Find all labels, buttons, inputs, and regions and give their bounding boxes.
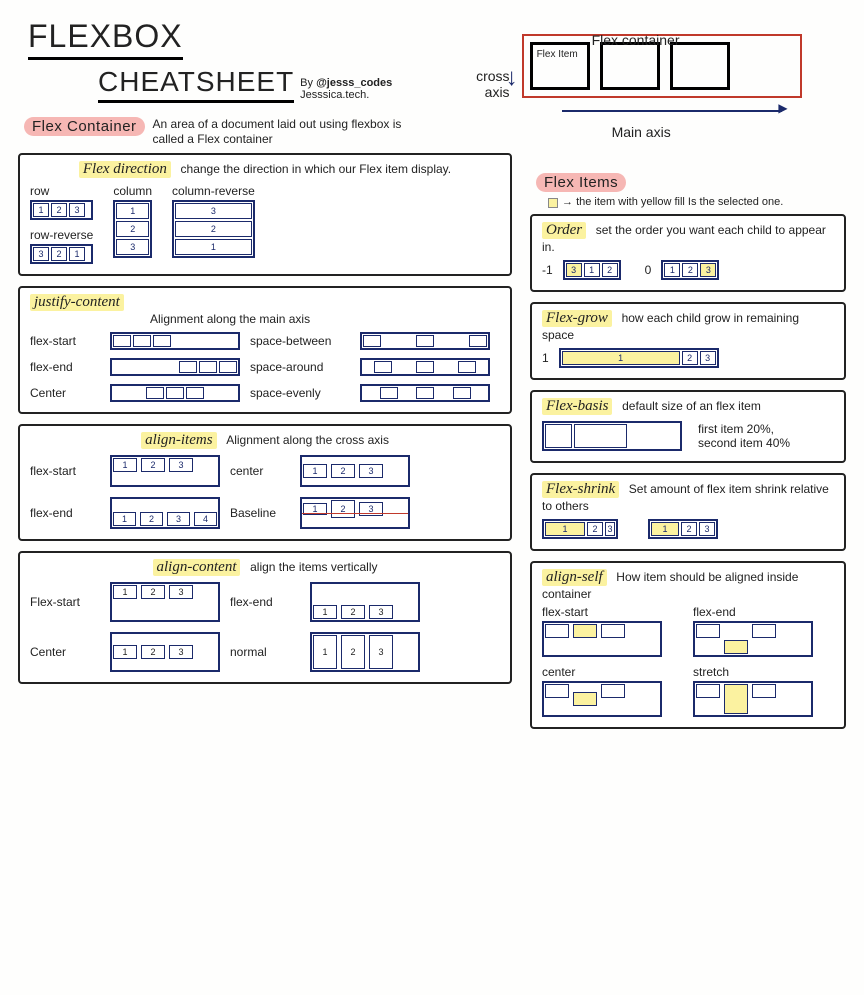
label-jc-space-around: space-around <box>250 360 360 374</box>
label-row-reverse: row-reverse <box>30 228 93 242</box>
label-as-flex-end: flex-end <box>693 605 834 619</box>
prop-align-self: align-self <box>542 569 607 586</box>
prop-justify-content: justify-content <box>30 294 124 311</box>
prop-flex-grow: Flex-grow <box>542 310 612 327</box>
demo-jc-space-between <box>360 332 490 350</box>
demo-flex-shrink-b: 123 <box>648 519 718 539</box>
label-row: row <box>30 184 93 198</box>
flex-container-desc: An area of a document laid out using fle… <box>153 117 413 147</box>
axis-diagram: Flex container cross axis ↓ Flex Item Ma… <box>472 34 846 98</box>
label-column: column <box>113 184 152 198</box>
demo-as-stretch <box>693 681 813 717</box>
label-ac-flex-start: Flex-start <box>30 595 110 609</box>
demo-column: 123 <box>113 200 152 258</box>
card-flex-basis: Flex-basis default size of an flex item … <box>530 390 846 463</box>
card-align-items: align-items Alignment along the cross ax… <box>18 424 512 541</box>
demo-ac-flex-end: 123 <box>310 582 420 622</box>
demo-flex-basis <box>542 421 682 451</box>
label-as-center: center <box>542 665 683 679</box>
label-order-zero: 0 <box>645 263 652 277</box>
demo-as-flex-start <box>542 621 662 657</box>
demo-order-zero: 123 <box>661 260 719 280</box>
demo-column-reverse: 321 <box>172 200 255 258</box>
label-jc-space-evenly: space-evenly <box>250 386 360 400</box>
demo-ai-flex-end: 1234 <box>110 497 220 529</box>
card-order: Order set the order you want each child … <box>530 214 846 292</box>
page: FlexBox Cheatsheet By @jesss_codes Jesss… <box>18 12 846 739</box>
justify-content-desc: Alignment along the main axis <box>150 312 310 326</box>
diagram-cross-axis-label: cross axis <box>462 68 510 100</box>
label-jc-center: Center <box>30 386 110 400</box>
align-content-desc: align the items vertically <box>250 560 377 574</box>
label-ai-flex-start: flex-start <box>30 464 110 478</box>
demo-row: 123 <box>30 200 93 220</box>
arrow-right-icon <box>562 110 782 112</box>
demo-row-reverse: 321 <box>30 244 93 264</box>
label-as-stretch: stretch <box>693 665 834 679</box>
label-flex-grow-1: 1 <box>542 351 549 365</box>
card-align-self: align-self How item should be aligned in… <box>530 561 846 729</box>
label-ac-center: Center <box>30 645 110 659</box>
diagram-flex-item: Flex Item <box>530 42 590 90</box>
demo-jc-flex-end <box>110 358 240 376</box>
diagram-main-axis-label: Main axis <box>612 124 671 140</box>
demo-as-center <box>542 681 662 717</box>
demo-ac-flex-start: 123 <box>110 582 220 622</box>
label-order-neg1: -1 <box>542 263 553 277</box>
label-ac-normal: normal <box>230 645 310 659</box>
label-ai-center: center <box>230 464 300 478</box>
label-jc-flex-start: flex-start <box>30 334 110 348</box>
demo-ai-center: 123 <box>300 455 410 487</box>
highlight-flex-items: Flex Items <box>536 173 626 192</box>
arrow-down-icon: ↓ <box>506 64 518 92</box>
flex-basis-line1: first item 20%, <box>698 422 790 436</box>
demo-as-flex-end <box>693 621 813 657</box>
prop-flex-shrink: Flex-shrink <box>542 481 619 498</box>
label-jc-flex-end: flex-end <box>30 360 110 374</box>
card-flex-direction: Flex direction change the direction in w… <box>18 153 512 276</box>
label-ai-baseline: Baseline <box>230 506 300 520</box>
card-flex-grow: Flex-grow how each child grow in remaini… <box>530 302 846 380</box>
demo-order-neg1: 312 <box>563 260 621 280</box>
title-flexbox: FlexBox <box>28 18 183 60</box>
demo-jc-center <box>110 384 240 402</box>
prop-flex-basis: Flex-basis <box>542 398 612 415</box>
card-align-content: align-content align the items vertically… <box>18 551 512 684</box>
yellow-dot-icon <box>548 198 558 208</box>
label-jc-space-between: space-between <box>250 334 360 348</box>
flex-basis-line2: second item 40% <box>698 436 790 450</box>
diagram-flex-item <box>600 42 660 90</box>
prop-order: Order <box>542 222 586 239</box>
demo-ac-normal: 123 <box>310 632 420 672</box>
title-cheatsheet: Cheatsheet <box>98 66 294 103</box>
label-as-flex-start: flex-start <box>542 605 683 619</box>
demo-flex-grow: 123 <box>559 348 719 368</box>
flex-direction-desc: change the direction in which our Flex i… <box>181 162 452 176</box>
flex-basis-desc: default size of an flex item <box>622 399 761 413</box>
flex-items-heading: Flex Items <box>536 173 846 192</box>
label-ai-flex-end: flex-end <box>30 506 110 520</box>
demo-ai-baseline: 123 <box>300 497 410 529</box>
prop-flex-direction: Flex direction <box>79 161 171 178</box>
demo-flex-shrink-a: 123 <box>542 519 618 539</box>
label-ac-flex-end: flex-end <box>230 595 310 609</box>
flex-container-heading: Flex Container An area of a document lai… <box>24 117 512 147</box>
byline: By @jesss_codes Jesssica.tech. <box>300 77 392 101</box>
align-items-desc: Alignment along the cross axis <box>226 433 389 447</box>
prop-align-content: align-content <box>153 559 241 576</box>
highlight-flex-container: Flex Container <box>24 117 145 136</box>
diagram-flex-item <box>670 42 730 90</box>
label-column-reverse: column-reverse <box>172 184 255 198</box>
demo-ai-flex-start: 123 <box>110 455 220 487</box>
card-flex-shrink: Flex-shrink Set amount of flex item shri… <box>530 473 846 551</box>
card-justify-content: justify-content Alignment along the main… <box>18 286 512 414</box>
prop-align-items: align-items <box>141 432 217 449</box>
diagram-container-label: Flex container <box>592 32 680 48</box>
demo-jc-flex-start <box>110 332 240 350</box>
demo-ac-center: 123 <box>110 632 220 672</box>
demo-jc-space-around <box>360 358 490 376</box>
demo-jc-space-evenly <box>360 384 490 402</box>
yellow-note: → the item with yellow fill Is the selec… <box>548 196 846 208</box>
